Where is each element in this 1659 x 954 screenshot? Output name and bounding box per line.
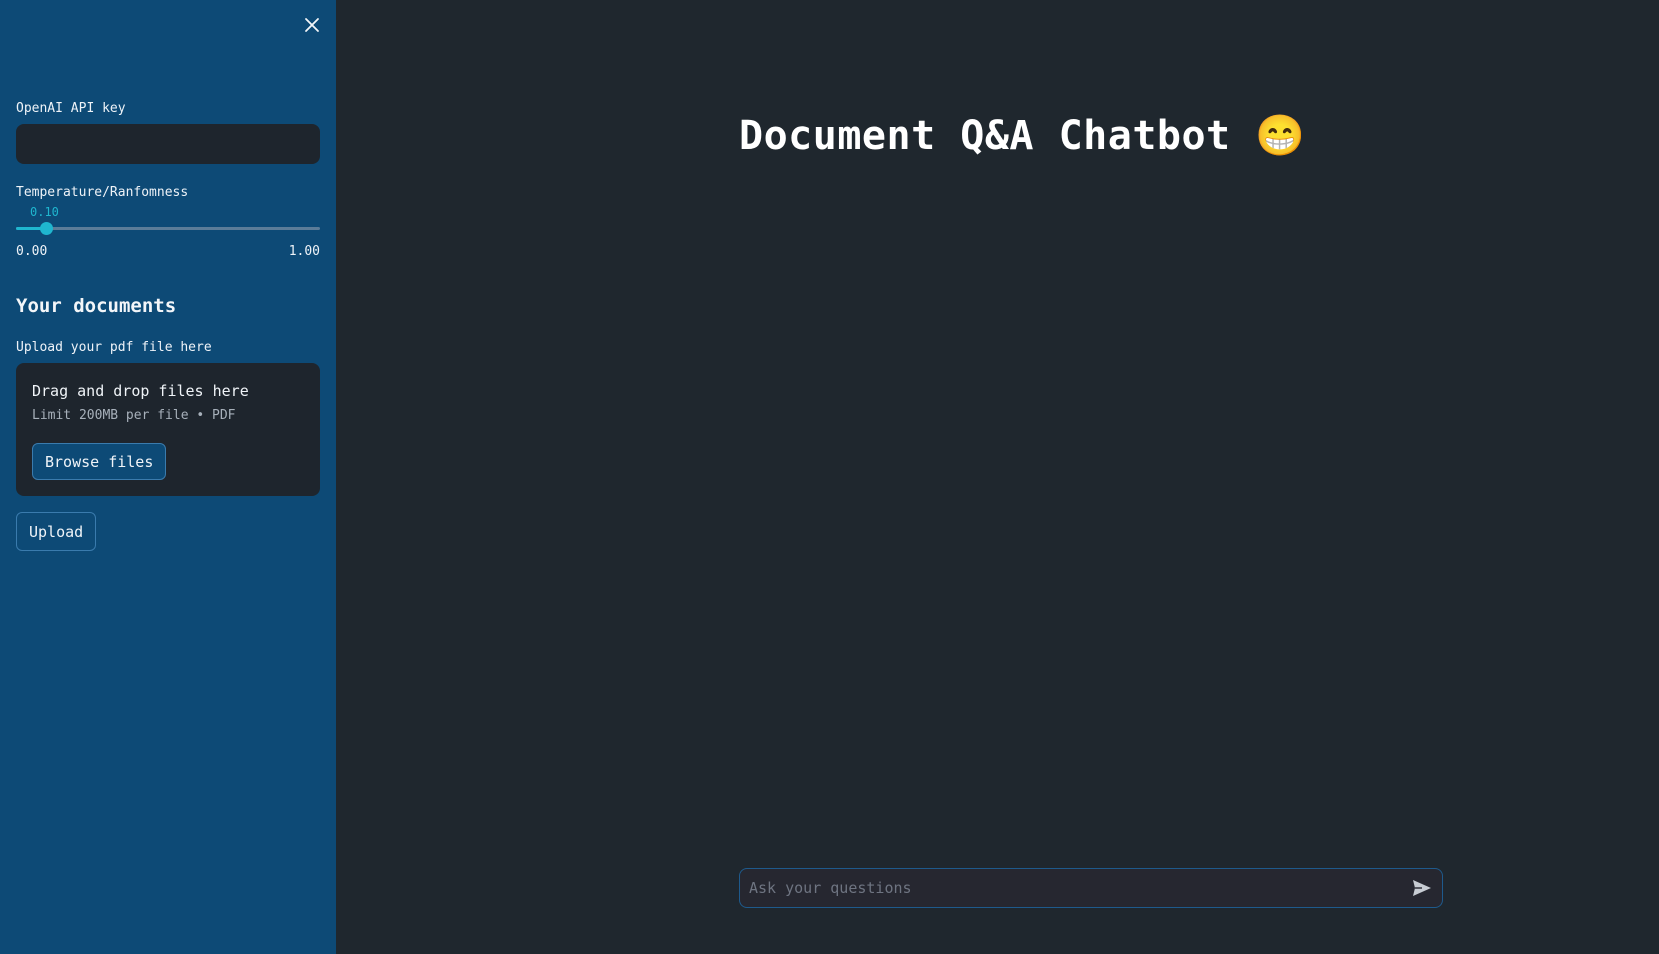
chat-input-container[interactable] bbox=[739, 868, 1443, 908]
send-icon bbox=[1413, 880, 1431, 896]
temperature-slider-track[interactable] bbox=[16, 222, 320, 235]
temperature-slider-value: 0.10 bbox=[30, 205, 59, 219]
upload-button[interactable]: Upload bbox=[16, 512, 97, 551]
api-key-label: OpenAI API key bbox=[16, 101, 126, 116]
documents-heading: Your documents bbox=[16, 295, 177, 317]
file-dropzone[interactable]: Drag and drop files here Limit 200MB per… bbox=[16, 363, 320, 496]
close-sidebar-button[interactable] bbox=[301, 14, 323, 36]
page-title: Document Q&A Chatbot 😁 bbox=[739, 113, 1306, 159]
sidebar: OpenAI API key Temperature/Ranfomness 0.… bbox=[0, 0, 336, 954]
send-button[interactable] bbox=[1410, 877, 1434, 899]
close-icon bbox=[305, 18, 319, 32]
temperature-slider-min: 0.00 bbox=[16, 244, 48, 259]
temperature-label: Temperature/Ranfomness bbox=[16, 185, 189, 200]
temperature-slider-thumb[interactable] bbox=[40, 222, 54, 235]
upload-label: Upload your pdf file here bbox=[16, 340, 212, 355]
chat-input[interactable] bbox=[740, 869, 1390, 907]
browse-files-button[interactable]: Browse files bbox=[32, 443, 167, 480]
temperature-slider-max: 1.00 bbox=[288, 244, 320, 259]
dropzone-title: Drag and drop files here bbox=[32, 382, 249, 400]
api-key-input[interactable] bbox=[16, 124, 320, 164]
dropzone-limit-text: Limit 200MB per file • PDF bbox=[32, 408, 236, 423]
